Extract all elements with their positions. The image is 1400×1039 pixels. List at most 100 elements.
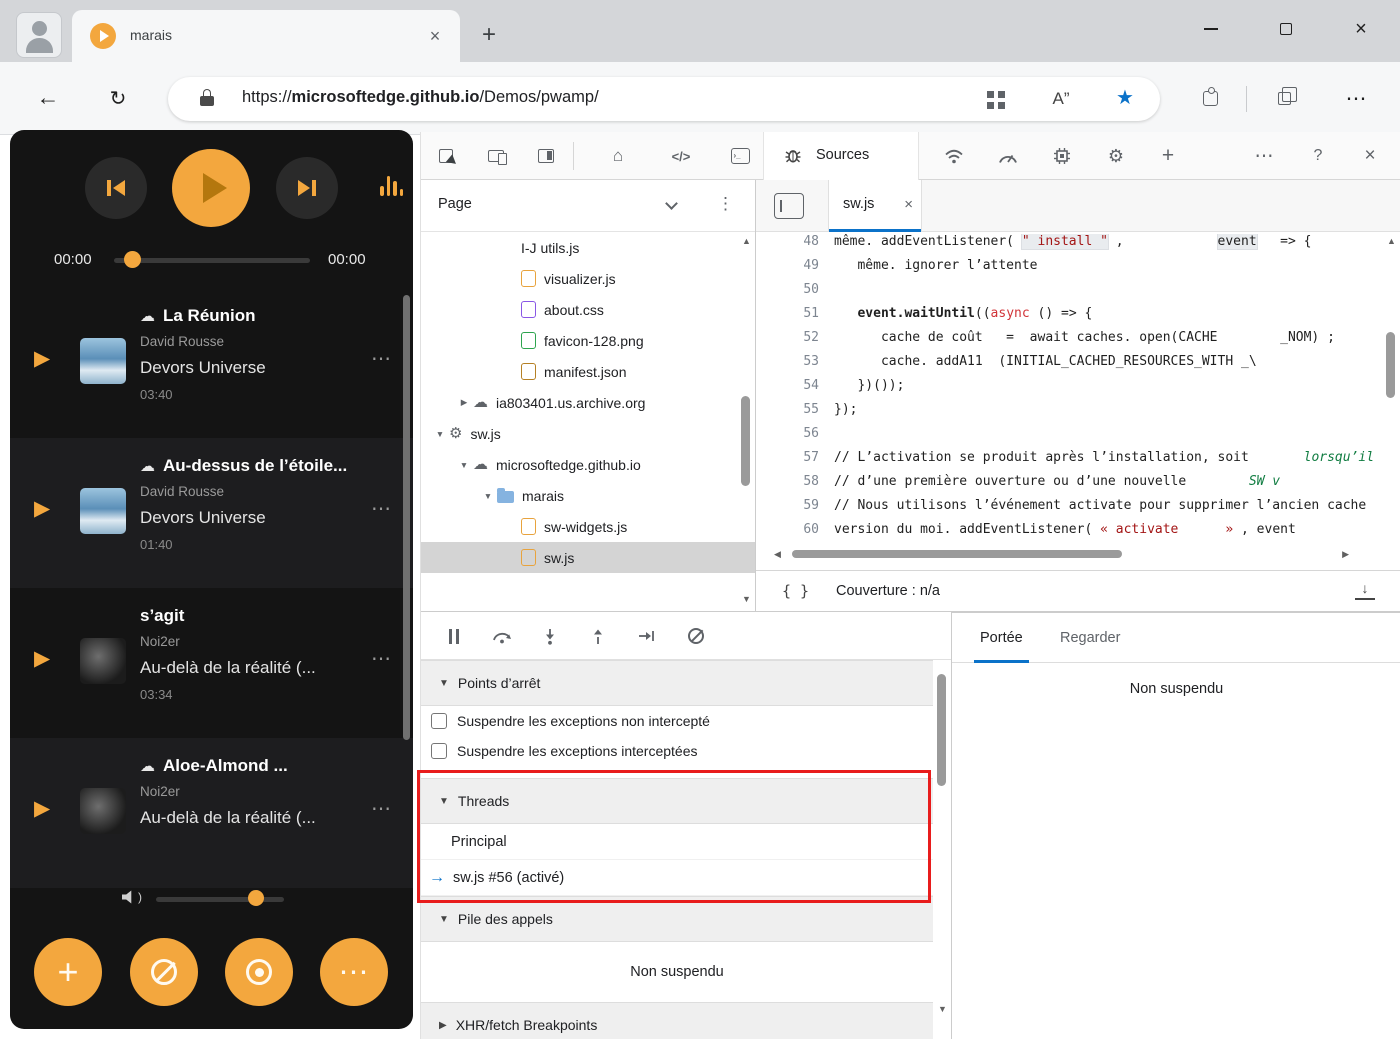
- track-item[interactable]: Au-dessus de l’étoile... David Rousse Devo…: [10, 438, 413, 588]
- browser-menu-button[interactable]: [1342, 84, 1370, 112]
- read-aloud-icon[interactable]: [1048, 86, 1074, 112]
- navigator-menu-icon[interactable]: [717, 194, 734, 214]
- scroll-right-icon[interactable]: [1342, 549, 1349, 560]
- threads-section-header[interactable]: Threads: [421, 778, 933, 824]
- track-more-button[interactable]: [371, 496, 391, 521]
- step-over-icon[interactable]: [489, 623, 515, 649]
- tree-item[interactable]: marais: [421, 480, 755, 511]
- collections-icon[interactable]: [1272, 86, 1297, 110]
- tree-item[interactable]: about.css: [421, 294, 755, 325]
- tab-sources[interactable]: Sources: [763, 132, 919, 180]
- section-collapse-icon[interactable]: [439, 796, 449, 807]
- track-item[interactable]: Aloe-Almond ... Noi2er Au-delà de la réali…: [10, 738, 413, 888]
- url-text[interactable]: https://microsoftedge.github.io/Demos/pw…: [242, 88, 599, 107]
- checkbox-unchecked[interactable]: [431, 743, 447, 759]
- xhr-breakpoints-section-header[interactable]: XHR/fetch Breakpoints: [421, 1002, 933, 1039]
- step-out-icon[interactable]: [585, 623, 611, 649]
- track-item[interactable]: s’agit Noi2er Au-delà de la réalité (... 03…: [10, 588, 413, 738]
- seek-handle[interactable]: [124, 251, 141, 268]
- editor-code[interactable]: même. addEventListener( " install " , ev…: [834, 234, 1379, 546]
- tree-item[interactable]: sw-widgets.js: [421, 511, 755, 542]
- apps-grid-icon[interactable]: [984, 88, 1006, 110]
- device-emulation-icon[interactable]: [483, 143, 509, 169]
- scroll-down-icon[interactable]: [938, 1004, 947, 1014]
- extensions-icon[interactable]: [1198, 86, 1222, 110]
- step-into-icon[interactable]: [537, 623, 563, 649]
- scroll-down-icon[interactable]: [742, 594, 751, 604]
- tree-chevron-icon[interactable]: [431, 429, 449, 439]
- back-button[interactable]: [34, 83, 62, 111]
- minimize-button[interactable]: [1196, 14, 1226, 44]
- seek-bar[interactable]: [114, 258, 310, 263]
- network-conditions-icon[interactable]: [941, 143, 967, 169]
- tree-chevron-icon[interactable]: [455, 397, 473, 408]
- pause-script-icon[interactable]: [441, 623, 467, 649]
- next-track-button[interactable]: [276, 157, 338, 219]
- settings-gear-icon[interactable]: [1103, 143, 1129, 169]
- tree-item[interactable]: sw.js: [421, 418, 755, 449]
- track-play-icon[interactable]: [34, 796, 50, 821]
- caught-exceptions-row[interactable]: Suspendre les exceptions interceptées: [421, 736, 933, 766]
- tab-scope[interactable]: Portée: [974, 613, 1029, 663]
- favorite-star-icon[interactable]: [1112, 84, 1138, 110]
- download-icon[interactable]: [1355, 580, 1375, 600]
- scrollbar-thumb[interactable]: [741, 396, 750, 486]
- scroll-up-icon[interactable]: [742, 236, 751, 246]
- scroll-left-icon[interactable]: [774, 549, 781, 560]
- volume-handle[interactable]: [248, 890, 264, 906]
- tree-item[interactable]: microsoftedge.github.io: [421, 449, 755, 480]
- breakpoints-section-header[interactable]: Points d’arrêt: [421, 660, 933, 706]
- tab-close-icon[interactable]: [422, 23, 448, 49]
- tree-item[interactable]: sw.js: [421, 542, 755, 573]
- play-button[interactable]: [172, 149, 250, 227]
- home-tab-icon[interactable]: [605, 143, 631, 169]
- track-more-button[interactable]: [371, 346, 391, 371]
- inspect-element-icon[interactable]: [433, 143, 459, 169]
- shuffle-off-button[interactable]: [130, 938, 198, 1006]
- tree-item[interactable]: ia803401.us.archive.org: [421, 387, 755, 418]
- console-tab-icon[interactable]: ›_: [727, 143, 753, 169]
- collapse-sidebar-icon[interactable]: [774, 193, 804, 219]
- player-more-button[interactable]: [320, 938, 388, 1006]
- editor-vertical-scrollbar[interactable]: [1385, 236, 1398, 536]
- track-item[interactable]: La Réunion David Rousse Devors Universe 03:…: [10, 288, 413, 438]
- track-more-button[interactable]: [371, 796, 391, 821]
- track-play-icon[interactable]: [34, 646, 50, 671]
- record-button[interactable]: [225, 938, 293, 1006]
- tree-item[interactable]: manifest.json: [421, 356, 755, 387]
- devtools-menu-icon[interactable]: [1251, 143, 1277, 169]
- help-icon[interactable]: [1305, 143, 1331, 169]
- track-play-icon[interactable]: [34, 346, 50, 371]
- scroll-up-icon[interactable]: [1387, 236, 1396, 246]
- add-song-button[interactable]: [34, 938, 102, 1006]
- elements-tab-icon[interactable]: [663, 143, 699, 169]
- maximize-button[interactable]: [1271, 14, 1301, 44]
- browser-tab[interactable]: marais: [72, 10, 460, 62]
- section-expand-icon[interactable]: [439, 1020, 447, 1031]
- section-collapse-icon[interactable]: [439, 914, 449, 925]
- tree-item[interactable]: I-J utils.js: [421, 232, 755, 263]
- thread-item-swjs[interactable]: sw.js #56 (activé): [421, 860, 933, 896]
- profile-avatar[interactable]: [16, 12, 62, 58]
- more-tools-plus-icon[interactable]: [1155, 143, 1181, 169]
- editor-tab-swjs[interactable]: sw.js: [828, 180, 922, 232]
- chevron-down-icon[interactable]: [665, 197, 678, 210]
- cpu-memory-icon[interactable]: [1049, 143, 1075, 169]
- navigator-vertical-scrollbar[interactable]: [740, 236, 753, 608]
- lock-icon[interactable]: [200, 89, 214, 109]
- refresh-button[interactable]: [104, 84, 132, 112]
- close-button[interactable]: [1346, 14, 1376, 44]
- volume-slider[interactable]: [156, 897, 284, 902]
- section-collapse-icon[interactable]: [439, 678, 449, 689]
- scrollbar-thumb[interactable]: [937, 674, 946, 786]
- tree-chevron-icon[interactable]: [455, 460, 473, 470]
- tab-watch[interactable]: Regarder: [1054, 613, 1126, 663]
- scrollbar-thumb[interactable]: [792, 550, 1122, 558]
- debugger-vertical-scrollbar[interactable]: [936, 664, 949, 1036]
- playlist-scrollbar[interactable]: [403, 295, 410, 740]
- tree-chevron-icon[interactable]: [479, 491, 497, 501]
- track-more-button[interactable]: [371, 646, 391, 671]
- new-tab-button[interactable]: [474, 20, 504, 50]
- devtools-close-icon[interactable]: [1357, 143, 1383, 169]
- previous-track-button[interactable]: [85, 157, 147, 219]
